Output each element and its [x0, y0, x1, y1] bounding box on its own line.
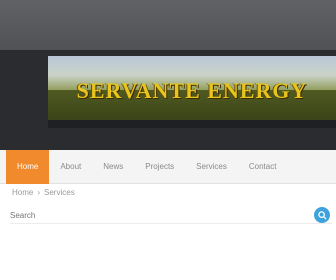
search-button[interactable]: [314, 207, 330, 223]
nav-item-about[interactable]: About: [49, 150, 92, 184]
breadcrumb-home[interactable]: Home: [12, 188, 33, 197]
breadcrumb-separator: ›: [37, 188, 41, 197]
search-input[interactable]: [10, 206, 306, 224]
breadcrumb-current: Services: [44, 188, 75, 197]
banner-bottom-strip: [48, 120, 336, 128]
nav-item-contact[interactable]: Contact: [238, 150, 288, 184]
nav-item-services[interactable]: Services: [185, 150, 238, 184]
banner-title: SERVANTE ENERGY: [76, 78, 308, 103]
nav-item-home[interactable]: Home: [6, 149, 50, 184]
nav-item-news[interactable]: News: [92, 150, 134, 184]
page-content: [0, 226, 336, 280]
site-banner[interactable]: SERVANTE ENERGY: [48, 56, 336, 120]
search-icon: [317, 210, 327, 220]
breadcrumb: Home › Services: [12, 188, 75, 197]
main-nav: Home About News Projects Services Contac…: [0, 149, 336, 184]
top-announcement-bar: [0, 0, 336, 50]
nav-item-projects[interactable]: Projects: [134, 150, 185, 184]
search-row: [10, 206, 332, 224]
